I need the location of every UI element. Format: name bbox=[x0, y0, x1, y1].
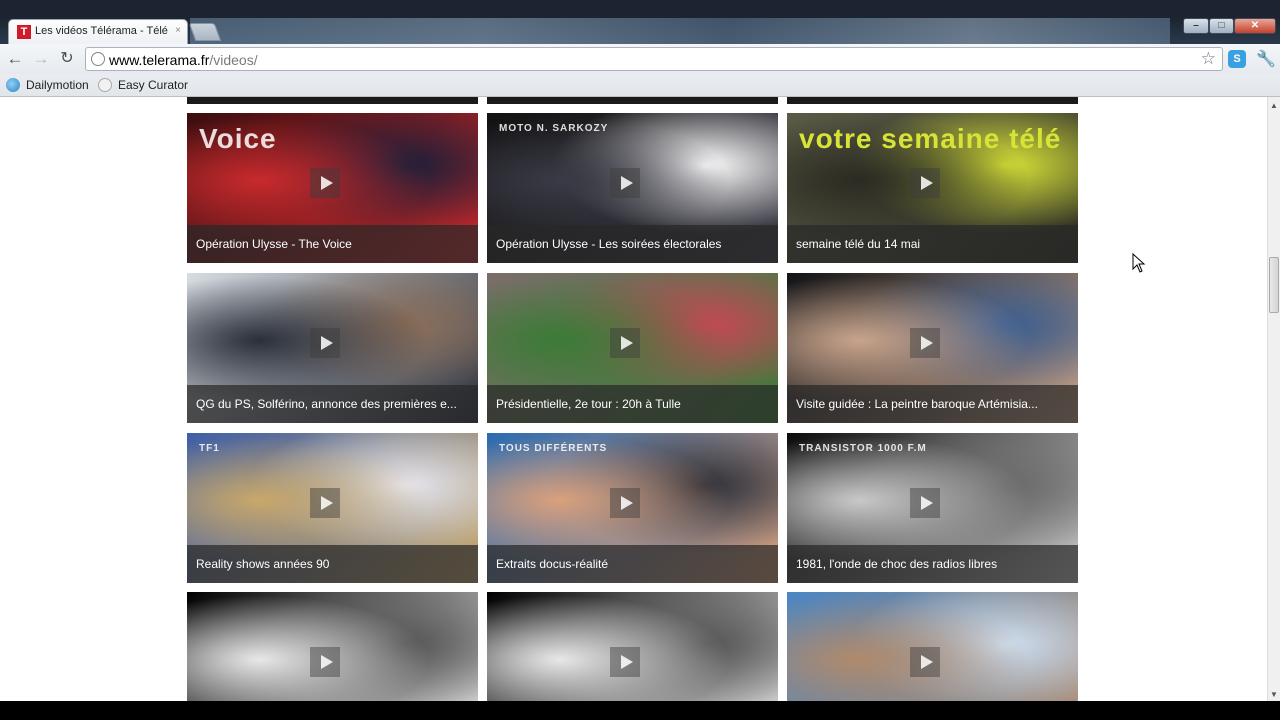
video-title[interactable]: 1981, l'onde de choc des radios libres bbox=[787, 545, 1078, 583]
address-url: www.telerama.fr/videos/ bbox=[109, 52, 258, 68]
telerama-favicon-icon: T bbox=[17, 25, 31, 39]
thumbnail-overlay-text: TF1 bbox=[199, 443, 220, 454]
video-tile[interactable]: QG du PS, Solférino, annonce des premièr… bbox=[187, 273, 478, 423]
video-tile[interactable]: votre semaine télé semaine télé du 14 mai bbox=[787, 113, 1078, 263]
play-icon[interactable] bbox=[910, 328, 940, 358]
close-window-button[interactable]: ✕ bbox=[1234, 18, 1276, 34]
video-tile[interactable]: TOUS DIFFÉRENTS Extraits docus-réalité bbox=[487, 433, 778, 583]
video-title[interactable]: Présidentielle, 2e tour : 20h à Tulle bbox=[487, 385, 778, 423]
easy-curator-icon bbox=[98, 78, 112, 92]
video-tile[interactable] bbox=[787, 592, 1078, 701]
thumbnail-overlay-text: TRANSISTOR 1000 F.M bbox=[799, 443, 927, 454]
play-icon[interactable] bbox=[610, 168, 640, 198]
tab-title: Les vidéos Télérama - Télé bbox=[35, 25, 168, 37]
reload-icon[interactable]: ↻ bbox=[57, 50, 77, 68]
url-host: www.telerama.fr bbox=[109, 52, 210, 68]
play-icon[interactable] bbox=[910, 647, 940, 677]
mouse-cursor-icon bbox=[1132, 253, 1146, 273]
wrench-icon[interactable]: 🔧 bbox=[1256, 49, 1276, 69]
play-icon[interactable] bbox=[310, 647, 340, 677]
video-tile[interactable]: MOTO N. SARKOZY Opération Ulysse - Les so… bbox=[487, 113, 778, 263]
bookmark-label: Easy Curator bbox=[118, 78, 189, 92]
page-viewport: Voice Opération Ulysse - The Voice MOTO N.… bbox=[0, 97, 1267, 701]
bookmarks-bar: Dailymotion Easy Curator bbox=[0, 74, 1280, 97]
scroll-down-icon[interactable]: ▼ bbox=[1270, 690, 1278, 699]
taskbar-strip bbox=[0, 701, 1280, 720]
play-icon[interactable] bbox=[910, 488, 940, 518]
back-arrow-icon[interactable]: ← bbox=[5, 50, 25, 68]
vertical-scrollbar[interactable]: ▲ ▼ bbox=[1267, 97, 1280, 701]
url-path: /videos/ bbox=[209, 52, 258, 68]
minimize-button[interactable]: – bbox=[1183, 18, 1209, 34]
video-title[interactable]: semaine télé du 14 mai bbox=[787, 225, 1078, 263]
bookmark-dailymotion[interactable]: Dailymotion bbox=[6, 77, 89, 93]
play-icon[interactable] bbox=[910, 168, 940, 198]
tab-close-icon[interactable]: × bbox=[175, 25, 181, 36]
bookmark-label: Dailymotion bbox=[26, 78, 89, 92]
play-icon[interactable] bbox=[610, 647, 640, 677]
extension-icon[interactable]: S bbox=[1228, 50, 1246, 68]
browser-toolbar: ← → ↻ www.telerama.fr/videos/ ☆ bbox=[0, 44, 1280, 74]
bookmark-easy-curator[interactable]: Easy Curator bbox=[98, 77, 188, 93]
page-info-icon bbox=[91, 52, 105, 66]
play-icon[interactable] bbox=[310, 488, 340, 518]
play-icon[interactable] bbox=[310, 168, 340, 198]
thumbnail-overlay-text: votre semaine télé bbox=[799, 123, 1062, 154]
window-titlebar: T Les vidéos Télérama - Télé × – □ ✕ bbox=[0, 0, 1280, 44]
video-tile[interactable]: Présidentielle, 2e tour : 20h à Tulle bbox=[487, 273, 778, 423]
video-tile-partial[interactable] bbox=[487, 97, 778, 104]
video-tile-partial[interactable] bbox=[787, 97, 1078, 104]
scroll-up-icon[interactable]: ▲ bbox=[1270, 101, 1278, 110]
titlebar-background bbox=[190, 18, 1170, 44]
video-tile[interactable] bbox=[187, 592, 478, 701]
video-tile[interactable]: TF1 Reality shows années 90 bbox=[187, 433, 478, 583]
video-title[interactable]: Visite guidée : La peintre baroque Artém… bbox=[787, 385, 1078, 423]
video-title[interactable]: Reality shows années 90 bbox=[187, 545, 478, 583]
video-tile[interactable]: TRANSISTOR 1000 F.M 1981, l'onde de choc … bbox=[787, 433, 1078, 583]
play-icon[interactable] bbox=[610, 328, 640, 358]
video-title[interactable]: Opération Ulysse - The Voice bbox=[187, 225, 478, 263]
dailymotion-icon bbox=[6, 78, 20, 92]
video-title[interactable]: Opération Ulysse - Les soirées électoral… bbox=[487, 225, 778, 263]
thumbnail-overlay-text: Voice bbox=[199, 123, 277, 154]
video-title[interactable]: Extraits docus-réalité bbox=[487, 545, 778, 583]
scrollbar-thumb[interactable] bbox=[1269, 257, 1279, 313]
play-icon[interactable] bbox=[610, 488, 640, 518]
thumbnail-overlay-text: TOUS DIFFÉRENTS bbox=[499, 443, 608, 454]
star-icon[interactable]: ☆ bbox=[1201, 49, 1216, 69]
address-bar[interactable]: www.telerama.fr/videos/ ☆ bbox=[85, 47, 1223, 71]
video-tile[interactable] bbox=[487, 592, 778, 701]
browser-tab[interactable]: T Les vidéos Télérama - Télé × bbox=[8, 19, 188, 44]
video-tile-partial[interactable] bbox=[187, 97, 478, 104]
thumbnail-overlay-text: MOTO N. SARKOZY bbox=[499, 123, 609, 134]
video-title[interactable]: QG du PS, Solférino, annonce des premièr… bbox=[187, 385, 478, 423]
play-icon[interactable] bbox=[310, 328, 340, 358]
video-tile[interactable]: Visite guidée : La peintre baroque Artém… bbox=[787, 273, 1078, 423]
maximize-button[interactable]: □ bbox=[1209, 18, 1234, 34]
forward-arrow-icon[interactable]: → bbox=[31, 50, 51, 68]
video-tile[interactable]: Voice Opération Ulysse - The Voice bbox=[187, 113, 478, 263]
